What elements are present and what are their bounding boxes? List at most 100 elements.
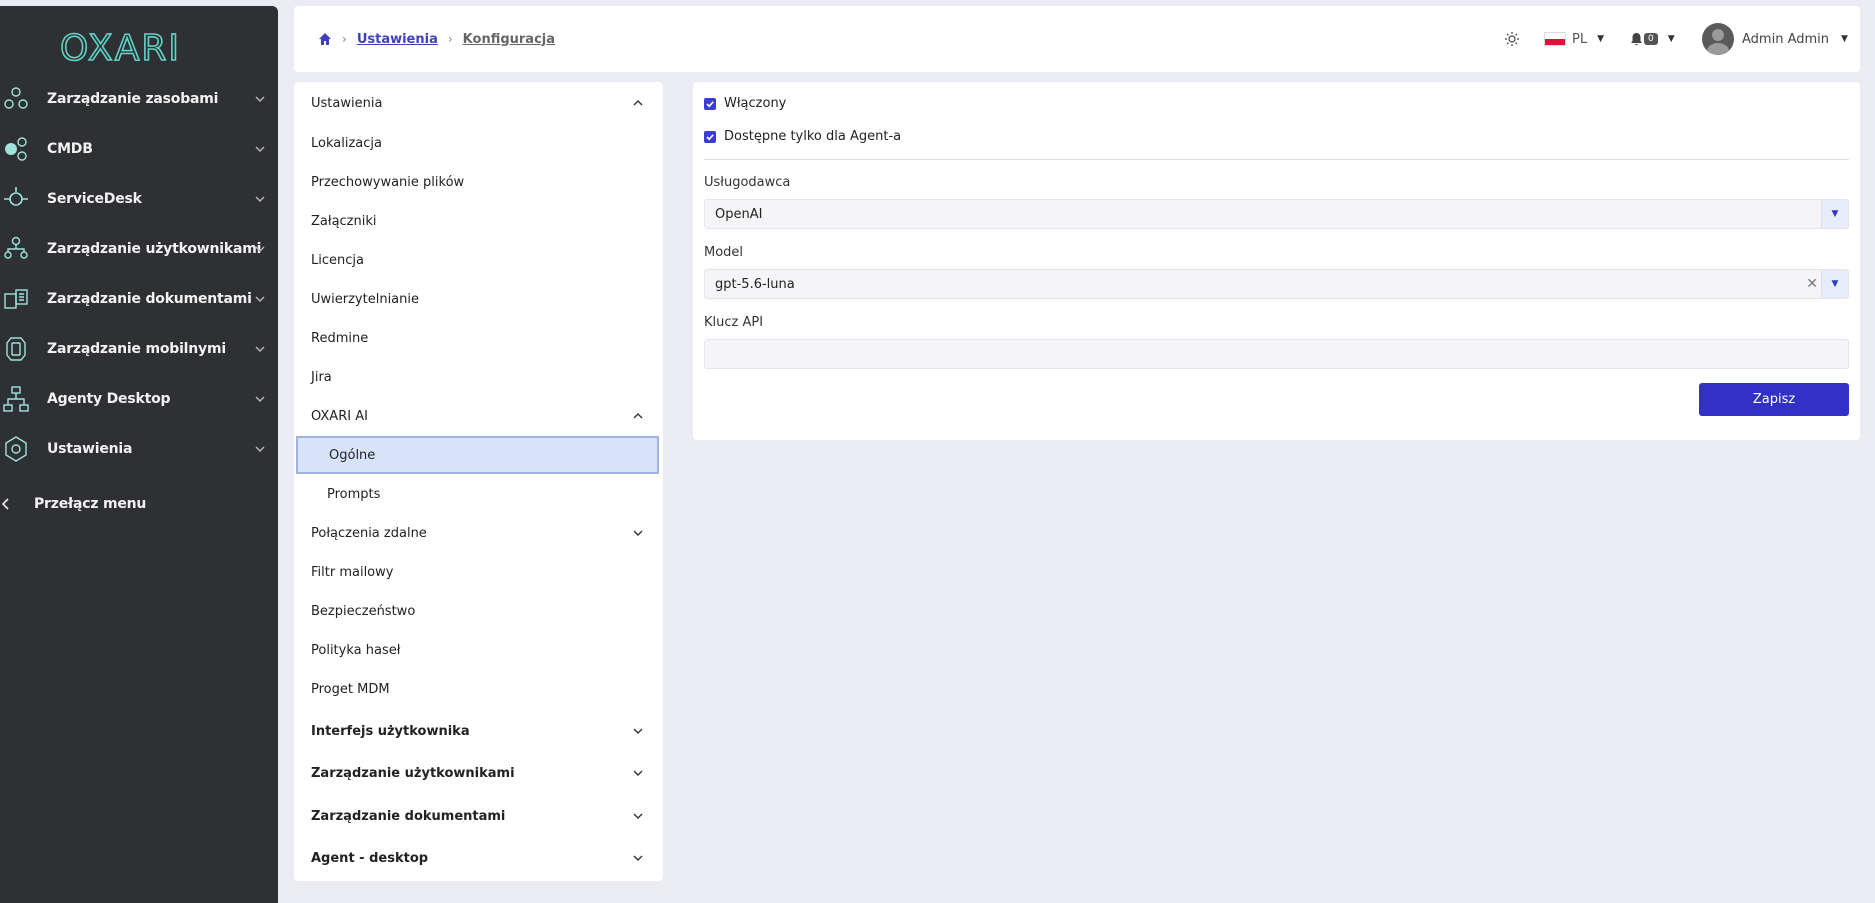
provider-label: Usługodawca [704,175,791,190]
breadcrumb-configuration[interactable]: Konfiguracja [463,32,555,47]
checkmark-icon [706,133,714,140]
menu-item-remote-connections[interactable]: Połączenia zdalne [294,514,663,552]
sun-icon [1505,32,1519,46]
menu-item-label: Licencja [311,252,364,268]
menu-item-authentication[interactable]: Uwierzytelnianie [294,280,663,318]
api-key-input[interactable] [704,339,1849,369]
sidebar-item-documents[interactable]: Zarządzanie dokumentami [0,279,278,319]
assets-icon [4,87,28,109]
save-button[interactable]: Zapisz [1699,383,1849,416]
bell-icon [1631,33,1642,46]
menu-item-label: OXARI AI [311,408,368,424]
model-select[interactable]: gpt-5.6-luna ✕ ▼ [704,269,1849,299]
mobile-icon [6,337,26,361]
notifications-badge: 0 [1644,33,1658,45]
menu-item-attachments[interactable]: Załączniki [294,202,663,240]
sidebar-item-label: Zarządzanie dokumentami [47,291,252,307]
menu-item-file-storage[interactable]: Przechowywanie plików [294,163,663,201]
agent-only-checkbox[interactable] [704,130,716,143]
menu-item-oxari-ai[interactable]: OXARI AI [294,397,663,435]
enabled-checkbox-row[interactable]: Włączony [704,96,786,111]
notifications-button[interactable]: 0 ▼ [1630,6,1675,72]
menu-item-mail-filter[interactable]: Filtr mailowy [294,553,663,591]
menu-item-label: Proget MDM [311,681,390,697]
sidebar-item-servicedesk[interactable]: ServiceDesk [0,179,278,219]
sidebar-item-label: Ustawienia [47,441,133,457]
settings-icon [5,436,27,462]
menu-item-label: Agent - desktop [311,850,429,866]
chevron-down-icon [255,396,265,402]
menu-item-label: Filtr mailowy [311,564,394,580]
menu-item-prompts[interactable]: Prompts [294,475,663,513]
user-menu[interactable]: Admin Admin ▼ [1702,6,1848,72]
clear-icon[interactable]: ✕ [1806,276,1818,292]
menu-item-redmine[interactable]: Redmine [294,319,663,357]
top-bar: › Ustawienia › Konfiguracja PL ▼ 0 ▼ Adm… [294,6,1860,72]
chevron-up-icon [633,100,643,106]
menu-item-localization[interactable]: Lokalizacja [294,124,663,162]
menu-section-document-management[interactable]: Zarządzanie dokumentami [294,797,663,835]
sidebar-item-assets[interactable]: Zarządzanie zasobami [0,79,278,119]
chevron-down-icon [633,813,643,819]
api-key-label: Klucz API [704,315,764,330]
enabled-checkbox[interactable] [704,97,716,110]
oxari-logo[interactable]: OXARI [60,24,190,68]
sidebar-item-cmdb[interactable]: CMDB [0,129,278,169]
divider [704,159,1849,160]
poland-flag-icon [1544,32,1566,46]
menu-item-label: Lokalizacja [311,135,382,151]
menu-item-label: Przechowywanie plików [311,174,465,190]
chevron-down-icon [255,296,265,302]
menu-item-label: Zarządzanie dokumentami [311,808,506,824]
chevron-down-icon [255,446,265,452]
menu-item-proget-mdm[interactable]: Proget MDM [294,670,663,708]
cmdb-icon [5,137,27,161]
language-selector[interactable]: PL ▼ [1544,6,1604,72]
menu-item-label: Załączniki [311,213,377,229]
checkmark-icon [706,100,714,107]
agent-only-checkbox-row[interactable]: Dostępne tylko dla Agent-a [704,129,901,144]
sidebar-item-users[interactable]: Zarządzanie użytkownikami [0,229,278,269]
toggle-menu-button[interactable]: Przełącz menu [0,484,278,524]
model-label: Model [704,245,744,260]
menu-item-label: Połączenia zdalne [311,525,427,541]
chevron-down-icon [255,96,265,102]
sidebar-item-mobile[interactable]: Zarządzanie mobilnymi [0,329,278,369]
breadcrumb-separator: › [447,32,453,46]
menu-item-label: Ogólne [329,447,376,463]
menu-section-user-interface[interactable]: Interfejs użytkownika [294,712,663,750]
menu-item-general[interactable]: Ogólne [296,436,659,474]
breadcrumb-settings[interactable]: Ustawienia [357,32,438,47]
home-icon[interactable] [318,32,332,46]
menu-item-security[interactable]: Bezpieczeństwo [294,592,663,630]
theme-toggle[interactable] [1504,6,1520,72]
menu-item-label: Prompts [327,486,381,502]
settings-menu: Ustawienia Lokalizacja Przechowywanie pl… [294,82,663,881]
caret-down-icon: ▼ [1597,34,1605,44]
agent-only-label: Dostępne tylko dla Agent-a [724,129,902,144]
menu-section-user-management[interactable]: Zarządzanie użytkownikami [294,754,663,792]
chevron-down-icon [633,770,643,776]
menu-item-license[interactable]: Licencja [294,241,663,279]
menu-item-label: Interfejs użytkownika [311,723,470,739]
sidebar-item-agents[interactable]: Agenty Desktop [0,379,278,419]
menu-item-label: Uwierzytelnianie [311,291,419,307]
chevron-down-icon [255,346,265,352]
caret-down-icon[interactable]: ▼ [1821,200,1848,228]
provider-select[interactable]: OpenAI ▼ [704,199,1849,229]
menu-section-agent-desktop[interactable]: Agent - desktop [294,839,663,877]
sidebar-item-settings[interactable]: Ustawienia [0,429,278,469]
ai-general-form: Włączony Dostępne tylko dla Agent-a Usłu… [693,82,1860,440]
chevron-down-icon [633,530,643,536]
caret-down-icon[interactable]: ▼ [1821,270,1848,298]
menu-section-settings[interactable]: Ustawienia [294,84,663,122]
toggle-menu-label: Przełącz menu [34,496,147,512]
servicedesk-icon [4,187,28,206]
menu-item-label: Redmine [311,330,369,346]
avatar [1702,23,1734,55]
breadcrumb: › Ustawienia › Konfiguracja [318,6,555,72]
user-name: Admin Admin [1742,31,1829,47]
menu-item-password-policy[interactable]: Polityka haseł [294,631,663,669]
chevron-down-icon [255,196,265,202]
menu-item-jira[interactable]: Jira [294,358,663,396]
